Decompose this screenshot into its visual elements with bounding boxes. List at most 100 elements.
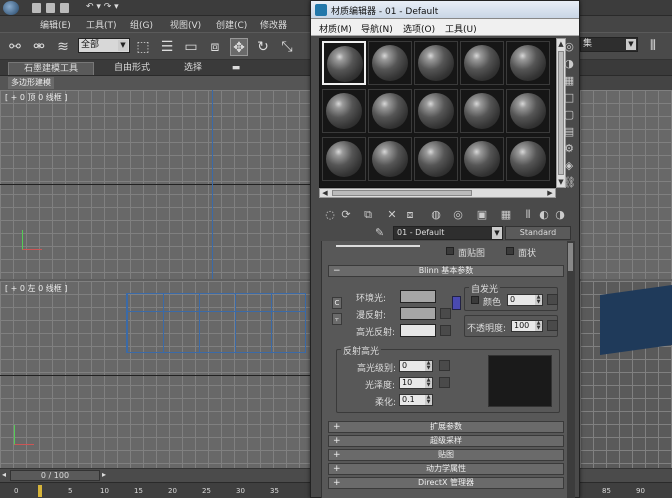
- parameters-scrollbar[interactable]: [567, 241, 575, 498]
- material-name-field[interactable]: 01 - Default ▼: [393, 226, 503, 240]
- lock-ambient-diffuse-button[interactable]: C: [332, 297, 342, 309]
- next-frame-icon[interactable]: ▸: [102, 470, 106, 479]
- specular-level-spinner[interactable]: 0 ▲ ▼: [399, 360, 433, 372]
- viewport-top-label[interactable]: [ + 0 顶 0 线框 ]: [5, 92, 67, 103]
- select-move-icon[interactable]: ✥: [230, 38, 248, 56]
- scroll-thumb[interactable]: [332, 190, 472, 196]
- open-file-icon[interactable]: [46, 3, 55, 13]
- menu-modifiers[interactable]: 修改器: [260, 18, 287, 31]
- spinner-arrows-icon[interactable]: ▲ ▼: [535, 321, 542, 331]
- menu-tools[interactable]: 工具(T): [86, 18, 117, 31]
- menu-navigation[interactable]: 导航(N): [361, 22, 393, 35]
- menu-group[interactable]: 组(G): [130, 18, 153, 31]
- mirror-icon[interactable]: ⫴: [644, 37, 662, 55]
- sample-slot[interactable]: [368, 137, 412, 181]
- app-logo-icon[interactable]: [3, 1, 19, 15]
- opacity-spinner[interactable]: 100 ▲ ▼: [511, 320, 543, 332]
- time-slider[interactable]: 0 / 100: [10, 470, 100, 481]
- diffuse-map-button[interactable]: [440, 308, 451, 319]
- select-object-icon[interactable]: ⬚: [134, 38, 152, 56]
- sample-slot[interactable]: [414, 41, 458, 85]
- sample-slot[interactable]: [322, 137, 366, 181]
- chevron-down-icon[interactable]: ▼: [492, 227, 502, 239]
- self-illum-map-button[interactable]: [547, 294, 558, 305]
- directx-manager-header[interactable]: + DirectX 管理器: [328, 477, 564, 489]
- viewport-left-label[interactable]: [ + 0 左 0 线框 ]: [5, 283, 67, 294]
- material-map-navigator-icon[interactable]: ⛓: [562, 176, 576, 190]
- spinner-arrows-icon[interactable]: ▲ ▼: [425, 361, 432, 371]
- time-cursor[interactable]: [38, 485, 42, 497]
- opacity-map-button[interactable]: [547, 320, 558, 331]
- soften-spinner[interactable]: 0.1 ▲ ▼: [399, 394, 433, 406]
- go-to-parent-icon[interactable]: ◐: [537, 208, 551, 222]
- sample-slot[interactable]: [506, 137, 550, 181]
- menu-create[interactable]: 创建(C): [216, 18, 247, 31]
- wireframe-object[interactable]: [126, 293, 306, 353]
- scroll-thumb[interactable]: [568, 243, 573, 271]
- ambient-color-swatch[interactable]: [400, 290, 436, 303]
- material-type-button[interactable]: Standard: [505, 226, 571, 240]
- copy-material-icon[interactable]: ⧈: [403, 208, 417, 222]
- select-by-name-icon[interactable]: ☰: [158, 38, 176, 56]
- save-file-icon[interactable]: [60, 3, 69, 13]
- spinner-arrows-icon[interactable]: ▲ ▼: [425, 395, 432, 405]
- supersampling-header[interactable]: + 超级采样: [328, 435, 564, 447]
- backlight-icon[interactable]: ◑: [562, 57, 576, 71]
- sample-slot[interactable]: [322, 41, 366, 85]
- ribbon-toggle-icon[interactable]: ▬: [228, 62, 244, 75]
- blinn-basic-params-header[interactable]: − Blinn 基本参数: [328, 265, 564, 277]
- dynamics-properties-header[interactable]: + 动力学属性: [328, 463, 564, 475]
- link-icon[interactable]: ⚯: [6, 38, 24, 56]
- extended-params-header[interactable]: + 扩展参数: [328, 421, 564, 433]
- glossiness-map-button[interactable]: [439, 377, 450, 388]
- tab-selection[interactable]: 选择: [170, 62, 216, 75]
- specular-color-swatch[interactable]: [400, 324, 436, 337]
- undo-icon[interactable]: ↶ ▾ ↷ ▾: [86, 2, 119, 12]
- bind-spacewarp-icon[interactable]: ≋: [54, 38, 72, 56]
- select-rotate-icon[interactable]: ↻: [254, 38, 272, 56]
- sample-slot[interactable]: [322, 89, 366, 133]
- viewport-front[interactable]: [580, 90, 672, 279]
- put-to-library-icon[interactable]: ◎: [451, 208, 465, 222]
- specular-map-button[interactable]: [440, 325, 451, 336]
- sample-uv-tiling-icon[interactable]: □: [562, 91, 576, 105]
- glossiness-spinner[interactable]: 10 ▲ ▼: [399, 377, 433, 389]
- material-id-channel-icon[interactable]: ▣: [475, 208, 489, 222]
- faceted-checkbox[interactable]: [506, 247, 514, 255]
- sample-slot[interactable]: [368, 41, 412, 85]
- sample-slot[interactable]: [506, 41, 550, 85]
- specular-level-map-button[interactable]: [439, 360, 450, 371]
- sample-slot[interactable]: [368, 89, 412, 133]
- window-crossing-icon[interactable]: ⧈: [206, 38, 224, 56]
- lock-diffuse-specular-button[interactable]: ⫟: [332, 313, 342, 325]
- make-unique-icon[interactable]: ◍: [429, 208, 443, 222]
- show-map-in-viewport-icon[interactable]: ▦: [499, 208, 513, 222]
- go-forward-sibling-icon[interactable]: ◑: [553, 208, 567, 222]
- tab-graphite-modeling[interactable]: 石墨建模工具: [8, 62, 94, 75]
- prev-frame-icon[interactable]: ◂: [2, 470, 6, 479]
- sample-type-sphere-icon[interactable]: ◎: [562, 40, 576, 54]
- options-icon[interactable]: ⚙: [562, 142, 576, 156]
- get-material-icon[interactable]: ◌: [323, 208, 337, 222]
- make-preview-icon[interactable]: ▤: [562, 125, 576, 139]
- menu-options[interactable]: 选项(O): [403, 22, 435, 35]
- rectangle-selection-icon[interactable]: ▭: [182, 38, 200, 56]
- spinner-arrows-icon[interactable]: ▲ ▼: [425, 378, 432, 388]
- new-file-icon[interactable]: [32, 3, 41, 13]
- diffuse-color-swatch[interactable]: [400, 307, 436, 320]
- tab-polygon-modeling[interactable]: 多边形建模: [8, 77, 54, 89]
- scroll-right-icon[interactable]: ▶: [545, 188, 555, 198]
- background-icon[interactable]: ▦: [562, 74, 576, 88]
- lock-icon[interactable]: [452, 296, 461, 310]
- pick-material-eyedropper-icon[interactable]: ✎: [375, 226, 389, 240]
- named-selection-dropdown[interactable]: 集 ▼: [580, 37, 638, 52]
- face-map-checkbox[interactable]: [446, 247, 454, 255]
- tab-freeform[interactable]: 自由形式: [104, 62, 160, 75]
- sample-slot[interactable]: [460, 89, 504, 133]
- spinner-arrows-icon[interactable]: ▲ ▼: [535, 295, 542, 305]
- menu-material[interactable]: 材质(M): [319, 22, 352, 35]
- reset-map-icon[interactable]: ✕: [385, 208, 399, 222]
- unlink-icon[interactable]: ⚮: [30, 38, 48, 56]
- select-scale-icon[interactable]: ⤡: [278, 38, 296, 56]
- menu-edit[interactable]: 编辑(E): [40, 18, 71, 31]
